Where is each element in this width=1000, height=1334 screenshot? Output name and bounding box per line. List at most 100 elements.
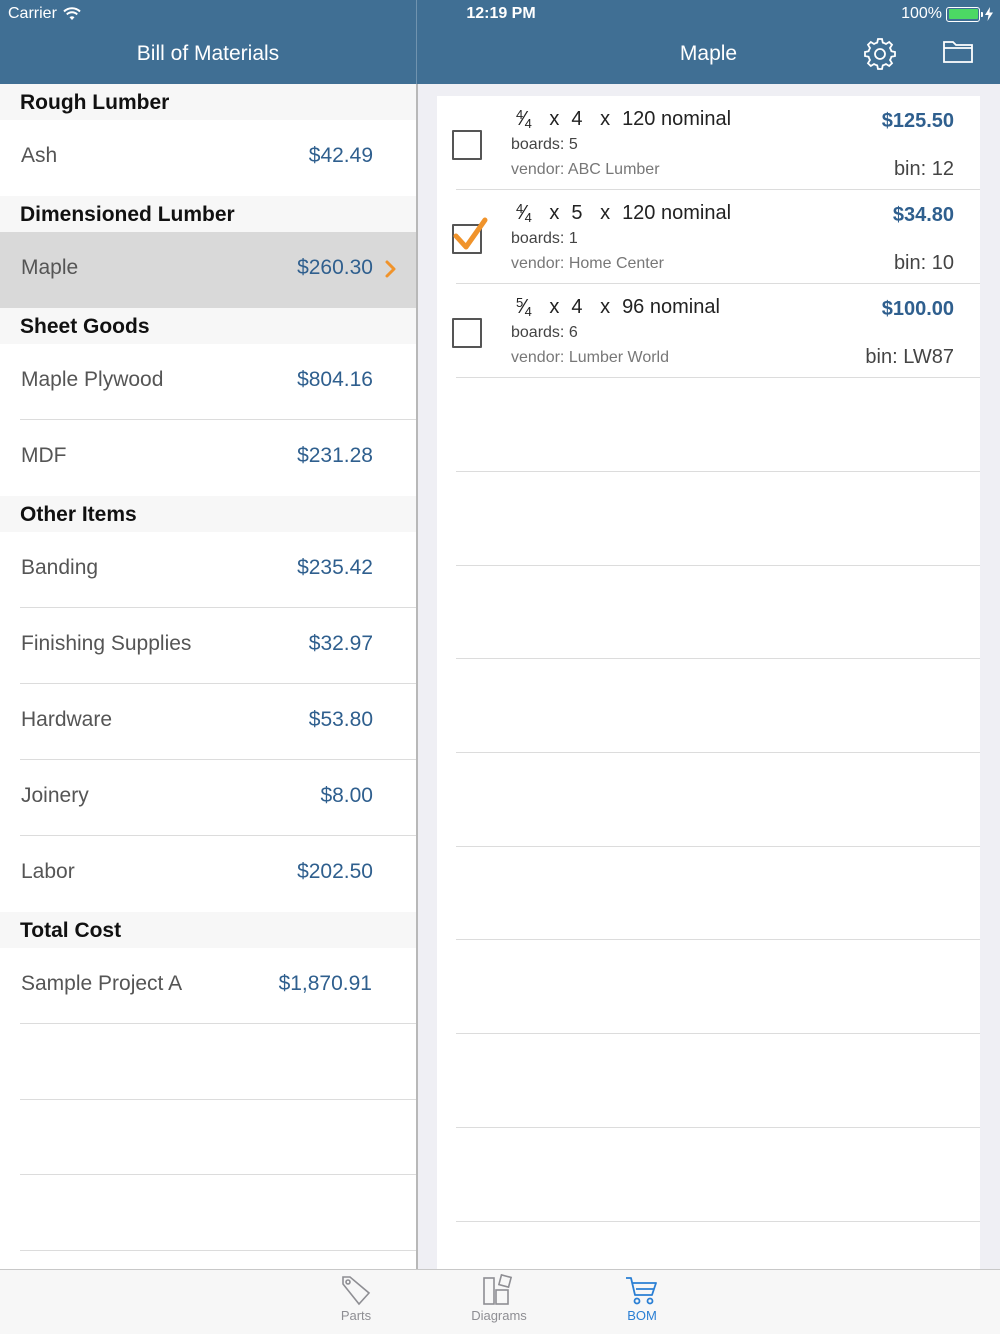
row-value: $231.28 [297, 444, 373, 467]
empty-row [0, 1024, 416, 1100]
navigation-header: Carrier 12:19 PM 100% Bill of Materials … [0, 0, 1000, 84]
empty-row-divider [456, 846, 980, 847]
row-value: $260.30 [297, 256, 373, 279]
item-checkbox[interactable] [452, 318, 482, 348]
list-item-mdf[interactable]: MDF $231.28 [0, 420, 416, 496]
row-value: $8.00 [320, 784, 373, 807]
list-item-labor[interactable]: Labor $202.50 [0, 836, 416, 912]
row-value: $32.97 [308, 632, 373, 655]
row-label: Joinery [21, 784, 89, 807]
board-dimensions: 4⁄4 x5 x 120 nominal [516, 201, 732, 225]
row-value: $53.80 [308, 708, 373, 731]
charging-bolt-icon [985, 7, 993, 21]
board-width: 5 [571, 202, 583, 224]
row-value: $202.50 [297, 860, 373, 883]
clock: 12:19 PM [466, 5, 536, 22]
row-label: Finishing Supplies [21, 632, 192, 655]
row-label: Sample Project A [21, 972, 183, 995]
list-item-banding[interactable]: Banding $235.42 [0, 532, 416, 608]
chevron-right-icon [385, 260, 396, 278]
board-dimensions: 4⁄4 x4 x 120 nominal [516, 107, 732, 131]
folder-icon [943, 41, 973, 63]
row-label: Labor [21, 860, 75, 883]
bin-label: bin: LW87 [865, 346, 954, 368]
folder-button[interactable] [942, 38, 978, 70]
list-item-maple-plywood[interactable]: Maple Plywood $804.16 [0, 344, 416, 420]
item-checkbox[interactable] [452, 130, 482, 160]
empty-row [0, 1100, 416, 1176]
board-item[interactable]: 4⁄4 x4 x 120 nominal boards: 5 vendor: AB… [437, 96, 980, 190]
item-price: $100.00 [881, 298, 954, 320]
row-value: $1,870.91 [278, 972, 372, 995]
diagrams-icon [483, 1274, 513, 1305]
bin-label: bin: 10 [893, 252, 954, 274]
list-item-ash[interactable]: Ash $42.49 [0, 120, 416, 196]
board-length: 120 nominal [622, 202, 732, 224]
empty-row-divider [456, 565, 980, 566]
row-value: $42.49 [308, 144, 373, 167]
tab-label: BOM [627, 1308, 657, 1323]
list-item-hardware[interactable]: Hardware $53.80 [0, 684, 416, 760]
row-label: MDF [21, 444, 67, 467]
section-header-rough-lumber: Rough Lumber [0, 84, 416, 120]
master-title: Bill of Materials [136, 42, 280, 65]
vendor-label: vendor: Home Center [511, 255, 664, 272]
status-bar: Carrier 12:19 PM 100% [0, 0, 1000, 28]
tab-parts[interactable]: Parts [301, 1274, 411, 1323]
board-width: 4 [571, 108, 583, 130]
board-count: boards: 5 [511, 136, 578, 153]
empty-row-divider [456, 752, 980, 753]
board-count: boards: 1 [511, 230, 578, 247]
tag-icon [342, 1276, 371, 1306]
section-header-dimensioned-lumber: Dimensioned Lumber [0, 196, 416, 232]
board-count: boards: 6 [511, 324, 578, 341]
tab-label: Parts [340, 1308, 372, 1323]
board-length: 96 nominal [622, 296, 720, 318]
item-price: $34.80 [892, 204, 954, 226]
thickness-fraction: 5⁄4 [516, 295, 532, 319]
tab-bar: Parts Diagrams BOM [0, 1269, 1000, 1334]
tab-bom[interactable]: BOM [587, 1274, 697, 1323]
cart-icon [626, 1277, 657, 1305]
item-price: $125.50 [881, 110, 954, 132]
board-width: 4 [571, 296, 583, 318]
master-list: Rough Lumber Ash $42.49 Dimensioned Lumb… [0, 84, 416, 1269]
empty-row [0, 1175, 416, 1251]
bin-label: bin: 12 [893, 158, 954, 180]
battery-icon [946, 6, 983, 22]
tab-diagrams[interactable]: Diagrams [444, 1274, 554, 1323]
row-label: Maple [21, 256, 79, 279]
settings-button[interactable] [862, 36, 898, 72]
row-label: Hardware [21, 708, 113, 731]
detail-title: Maple [679, 42, 738, 65]
checkmark-icon [453, 217, 488, 250]
section-header-total-cost: Total Cost [0, 912, 416, 948]
board-item[interactable]: 5⁄4 x4 x 96 nominal boards: 6 vendor: Lum… [437, 284, 980, 378]
row-label: Banding [21, 556, 99, 579]
gear-icon [864, 38, 896, 70]
thickness-fraction: 4⁄4 [516, 107, 532, 131]
list-item-maple[interactable]: Maple $260.30 [0, 232, 416, 308]
row-label: Maple Plywood [21, 368, 164, 391]
tab-label: Diagrams [471, 1308, 527, 1323]
board-length: 120 nominal [622, 108, 732, 130]
section-header-other-items: Other Items [0, 496, 416, 532]
empty-row-divider [456, 658, 980, 659]
empty-row-divider [456, 1033, 980, 1034]
vendor-label: vendor: ABC Lumber [511, 161, 660, 178]
list-item-joinery[interactable]: Joinery $8.00 [0, 760, 416, 836]
empty-row-divider [456, 939, 980, 940]
item-checkbox[interactable] [452, 217, 488, 254]
empty-row-divider [456, 1127, 980, 1128]
board-item[interactable]: 4⁄4 x5 x 120 nominal boards: 1 vendor: Ho… [437, 190, 980, 284]
list-item-finishing-supplies[interactable]: Finishing Supplies $32.97 [0, 608, 416, 684]
list-item-sample-project[interactable]: Sample Project A $1,870.91 [0, 948, 416, 1024]
empty-row-divider [456, 1221, 980, 1222]
row-label: Ash [21, 144, 58, 167]
board-dimensions: 5⁄4 x4 x 96 nominal [516, 295, 720, 319]
section-header-sheet-goods: Sheet Goods [0, 308, 416, 344]
empty-row-divider [456, 471, 980, 472]
row-value: $804.16 [297, 368, 373, 391]
detail-pane: 4⁄4 x4 x 120 nominal boards: 5 vendor: AB… [418, 84, 1000, 1269]
vendor-label: vendor: Lumber World [511, 349, 669, 366]
